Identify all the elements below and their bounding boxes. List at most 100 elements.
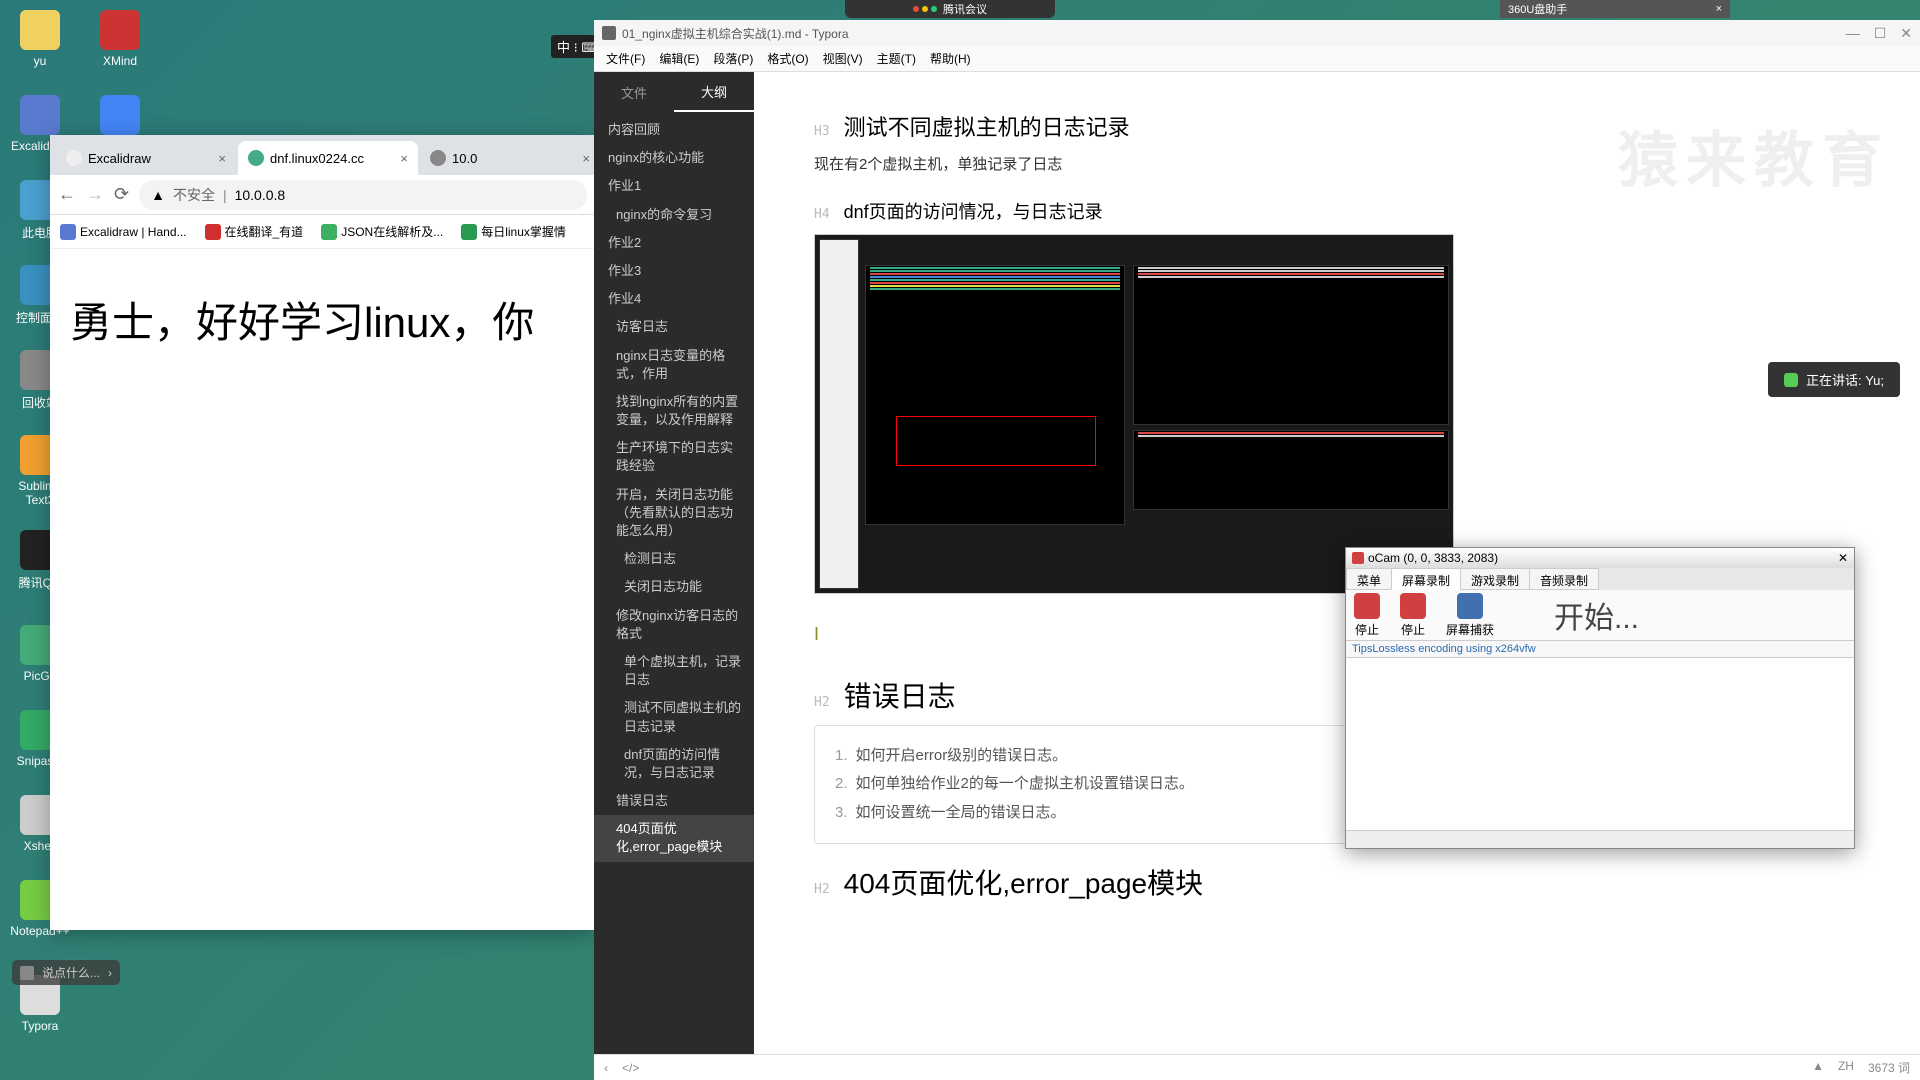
bookmark-label: Excalidraw | Hand...	[80, 225, 187, 239]
outline-item[interactable]: 内容回顾	[594, 116, 754, 144]
word-count[interactable]: 3673 词	[1868, 1059, 1910, 1076]
outline-item[interactable]: 访客日志	[594, 313, 754, 341]
desktop-icon-yu[interactable]: yu	[10, 10, 70, 68]
minimize-icon[interactable]: —	[1846, 25, 1860, 42]
bookmark-icon	[321, 224, 337, 240]
taskbar-input[interactable]: 说点什么... ›	[12, 960, 120, 985]
typora-titlebar: 01_nginx虚拟主机综合实战(1).md - Typora — ☐ ✕	[594, 20, 1920, 46]
tab-title: dnf.linux0224.cc	[270, 151, 364, 166]
speaking-indicator: 正在讲话: Yu;	[1768, 362, 1900, 397]
outline-item[interactable]: 检测日志	[594, 545, 754, 573]
outline-item[interactable]: 开启，关闭日志功能（先看默认的日志功能怎么用）	[594, 481, 754, 546]
ocam-statusbar	[1346, 830, 1854, 848]
address-bar[interactable]: ▲ 不安全 | 10.0.0.8	[139, 180, 587, 210]
app-icon	[20, 966, 34, 980]
favicon	[248, 150, 264, 166]
warning-icon[interactable]: ▲	[1812, 1059, 1824, 1076]
ocam-titlebar[interactable]: oCam (0, 0, 3833, 2083) ✕	[1346, 548, 1854, 568]
outline-item[interactable]: 作业3	[594, 257, 754, 285]
close-icon[interactable]: ×	[400, 151, 408, 166]
outline-item[interactable]: nginx日志变量的格式，作用	[594, 342, 754, 388]
menu-item[interactable]: 段落(P)	[707, 48, 759, 69]
bookmark-item[interactable]: Excalidraw | Hand...	[60, 224, 187, 240]
source-mode-icon[interactable]: </>	[622, 1061, 639, 1075]
close-icon[interactable]: ×	[582, 151, 590, 166]
close-icon[interactable]: ×	[1716, 3, 1722, 15]
tab-title: Excalidraw	[88, 151, 151, 166]
menu-item[interactable]: 主题(T)	[871, 48, 922, 69]
chevron-icon[interactable]: ›	[108, 966, 112, 980]
maximize-icon[interactable]: ☐	[1874, 25, 1887, 42]
heading-text: 404页面优化,error_page模块	[844, 862, 1203, 902]
browser-tab[interactable]: dnf.linux0224.cc ×	[238, 141, 418, 175]
tab-outline[interactable]: 大纲	[674, 72, 754, 112]
tab-file[interactable]: 文件	[594, 72, 674, 112]
ocam-title: oCam (0, 0, 3833, 2083)	[1368, 551, 1498, 565]
ocam-tab[interactable]: 屏幕录制	[1391, 568, 1461, 590]
desktop-icon-XMind[interactable]: XMind	[90, 10, 150, 68]
close-icon[interactable]: ✕	[1900, 25, 1912, 42]
ocam-tab[interactable]: 游戏录制	[1460, 568, 1530, 590]
menu-item[interactable]: 帮助(H)	[924, 48, 977, 69]
browser-tab[interactable]: 10.0 ×	[420, 141, 600, 175]
back-icon[interactable]: ←	[58, 184, 76, 205]
heading-level: H4	[814, 207, 830, 222]
forward-icon[interactable]: →	[86, 184, 104, 205]
close-icon[interactable]: ×	[218, 151, 226, 166]
outline-item[interactable]: nginx的命令复习	[594, 201, 754, 229]
heading-level: H3	[814, 124, 830, 139]
bookmark-item[interactable]: 每日linux掌握情	[461, 223, 566, 240]
outline-item[interactable]: 关闭日志功能	[594, 573, 754, 601]
bookmark-item[interactable]: 在线翻译_有道	[205, 223, 304, 240]
chrome-tabstrip: Excalidraw × dnf.linux0224.cc × 10.0 ×	[50, 135, 595, 175]
embedded-screenshot	[814, 234, 1454, 594]
ocam-tab[interactable]: 菜单	[1346, 568, 1392, 590]
outline-item[interactable]: 404页面优化,error_page模块	[594, 815, 754, 861]
menu-item[interactable]: 编辑(E)	[653, 48, 705, 69]
outline-item[interactable]: nginx的核心功能	[594, 144, 754, 172]
tencent-meeting-bar[interactable]: 腾讯会议	[845, 0, 1055, 18]
bookmark-icon	[60, 224, 76, 240]
taskbar-text: 说点什么...	[42, 964, 100, 981]
menu-item[interactable]: 格式(O)	[761, 48, 814, 69]
window-title: 01_nginx虚拟主机综合实战(1).md - Typora	[622, 25, 849, 42]
outline-item[interactable]: 生产环境下的日志实践经验	[594, 434, 754, 480]
ocam-icon	[1352, 552, 1364, 564]
ocam-tab[interactable]: 音频录制	[1529, 568, 1599, 590]
bookmark-label: 在线翻译_有道	[225, 223, 304, 240]
outline-item[interactable]: 找到nginx所有的内置变量，以及作用解释	[594, 388, 754, 434]
outline-item[interactable]: 单个虚拟主机，记录日志	[594, 648, 754, 694]
tab-title: 10.0	[452, 151, 477, 166]
chrome-toolbar: ← → ⟳ ▲ 不安全 | 10.0.0.8	[50, 175, 595, 215]
reload-icon[interactable]: ⟳	[114, 184, 129, 205]
outline-item[interactable]: 测试不同虚拟主机的日志记录	[594, 694, 754, 740]
outline-item[interactable]: 作业4	[594, 285, 754, 313]
browser-tab[interactable]: Excalidraw ×	[56, 141, 236, 175]
outline-item[interactable]: 修改nginx访客日志的格式	[594, 602, 754, 648]
outline-item[interactable]: 错误日志	[594, 787, 754, 815]
close-icon[interactable]: ✕	[1838, 551, 1848, 565]
heading-level: H2	[814, 695, 830, 710]
u360-bar[interactable]: 360U盘助手 ×	[1500, 0, 1730, 18]
sidebar-toggle-icon[interactable]: ‹	[604, 1061, 608, 1075]
bookmark-item[interactable]: JSON在线解析及...	[321, 223, 443, 240]
outline-item[interactable]: 作业1	[594, 172, 754, 200]
outline-item[interactable]: dnf页面的访问情况，与日志记录	[594, 741, 754, 787]
outline-panel: 内容回顾nginx的核心功能作业1nginx的命令复习作业2作业3作业4访客日志…	[594, 112, 754, 1054]
lang-label: ZH	[1838, 1059, 1854, 1076]
ocam-toolbar: 停止停止屏幕捕获 开始...	[1346, 590, 1854, 640]
bookmark-label: JSON在线解析及...	[341, 223, 443, 240]
heading-text: 错误日志	[844, 675, 956, 715]
typora-menubar: 文件(F)编辑(E)段落(P)格式(O)视图(V)主题(T)帮助(H)	[594, 46, 1920, 72]
ocam-tool-停止[interactable]: 停止	[1400, 593, 1426, 638]
u360-label: 360U盘助手	[1508, 1, 1567, 17]
ocam-tool-停止[interactable]: 停止	[1354, 593, 1380, 638]
favicon	[430, 150, 446, 166]
menu-item[interactable]: 文件(F)	[600, 48, 651, 69]
heading-text: dnf页面的访问情况，与日志记录	[844, 198, 1103, 224]
speaking-label: 正在讲话: Yu;	[1806, 370, 1884, 389]
favicon	[66, 150, 82, 166]
menu-item[interactable]: 视图(V)	[817, 48, 869, 69]
outline-item[interactable]: 作业2	[594, 229, 754, 257]
ocam-tool-屏幕捕获[interactable]: 屏幕捕获	[1446, 593, 1494, 638]
